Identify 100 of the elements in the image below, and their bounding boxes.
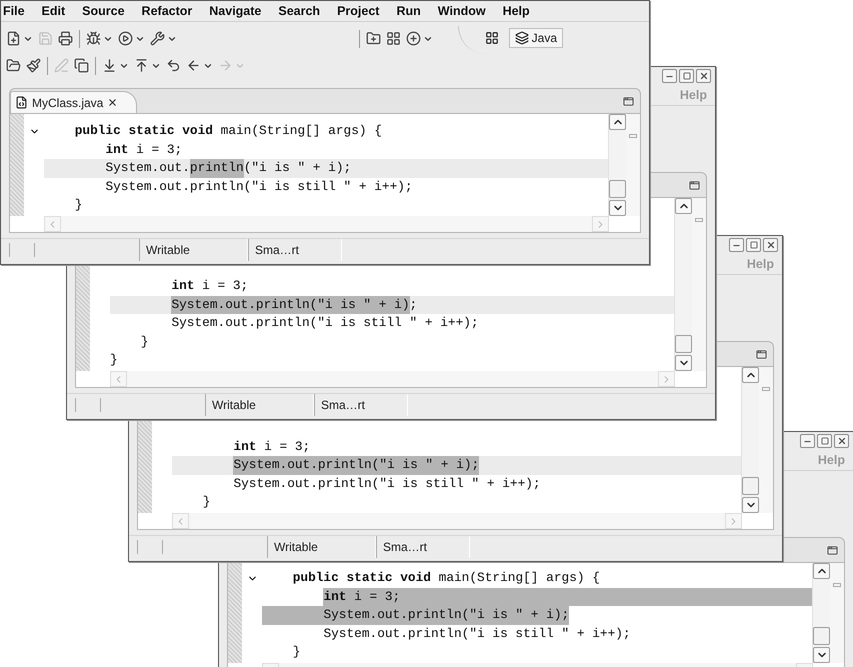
wrench-icon [150, 31, 165, 46]
close-button[interactable] [763, 238, 778, 252]
scroll-up-button[interactable] [813, 563, 830, 579]
maximize-button[interactable] [746, 238, 761, 252]
scroll-up-button[interactable] [609, 114, 626, 130]
minimize-button[interactable] [662, 69, 677, 83]
code-line: int i = 3; [232, 438, 312, 456]
copy-button[interactable] [73, 57, 90, 74]
close-button[interactable] [834, 434, 849, 448]
menu-item[interactable]: Edit [42, 4, 66, 18]
scroll-down-button[interactable] [813, 647, 830, 663]
grid-button[interactable] [385, 30, 402, 47]
menu-item[interactable]: Project [337, 4, 380, 18]
restore-icon[interactable] [756, 348, 767, 360]
status-text: Sma…rt [248, 239, 342, 261]
menu-item[interactable]: Navigate [209, 4, 262, 18]
close-icon [836, 436, 846, 446]
status-text: Writable [267, 536, 376, 558]
menu-item[interactable]: Help [502, 4, 530, 18]
down-arrow-icon [102, 58, 117, 73]
grid-icon [484, 31, 499, 45]
right-arrow-icon [218, 58, 233, 73]
status-text: Sma…rt [314, 394, 408, 416]
printer-button[interactable] [57, 30, 74, 47]
overview-mark [762, 387, 770, 391]
overview-mark [695, 218, 703, 222]
brush-icon [26, 58, 41, 73]
file-icon [15, 96, 28, 109]
menu-item[interactable]: Refactor [142, 4, 192, 18]
menu-item[interactable]: File [3, 4, 25, 18]
code-line: System.out.println("i is still " + i++); [104, 178, 414, 196]
layers-icon [514, 31, 529, 45]
perspective-button[interactable]: Java [508, 28, 563, 48]
restore-icon[interactable] [827, 544, 838, 556]
vertical-scrollbar[interactable] [812, 563, 830, 663]
scroll-up-button[interactable] [742, 367, 759, 383]
code-line: System.out.println("i is still " + i++); [232, 474, 542, 493]
code-line: } [74, 196, 84, 214]
brush-button[interactable] [25, 57, 42, 74]
menu-item[interactable]: Source [82, 4, 125, 18]
maximize-button[interactable] [679, 69, 694, 83]
wrench-button[interactable] [149, 30, 178, 47]
scroll-down-button[interactable] [675, 355, 692, 371]
restore-icon[interactable] [689, 180, 700, 190]
save-icon [38, 31, 53, 46]
pen-icon [54, 58, 69, 73]
folder-icon [6, 58, 21, 73]
status-text: Sma…rt [376, 536, 470, 558]
menu-item[interactable]: Window [438, 4, 486, 18]
vertical-scrollbar[interactable] [741, 367, 759, 513]
menu-item[interactable]: Search [278, 4, 320, 18]
minimize-button[interactable] [729, 238, 744, 252]
maximize-button[interactable] [817, 434, 832, 448]
folder-plus-icon [366, 31, 381, 46]
undo-arrow-button[interactable] [165, 57, 182, 74]
scroll-thumb[interactable] [609, 180, 626, 198]
minimize-button[interactable] [800, 434, 815, 448]
code-line: System.out.println("i is " + i); [262, 606, 812, 625]
scroll-down-button[interactable] [609, 200, 626, 216]
editor-tab[interactable]: MyClass.java [10, 91, 138, 113]
up-arrow-icon [134, 58, 149, 73]
scroll-down-button[interactable] [742, 497, 759, 513]
restore-icon[interactable] [623, 96, 634, 106]
code-line: System.out.println("i is still " + i++); [322, 624, 632, 643]
code-line: System.out.println("i is still " + i++); [170, 314, 480, 332]
folder-button[interactable] [5, 57, 22, 74]
plus-circle-button[interactable] [405, 30, 434, 47]
vertical-scrollbar[interactable] [674, 198, 692, 371]
close-button[interactable] [696, 69, 711, 83]
status-text: Writable [205, 394, 314, 416]
code-line: } [110, 351, 119, 370]
scroll-thumb[interactable] [813, 627, 830, 645]
grid-icon [386, 31, 401, 46]
code-line: public static void main(String[] args) { [74, 122, 383, 140]
code-line: int i = 3; [104, 140, 184, 159]
printer-icon [58, 31, 73, 46]
status-text: Writable [139, 239, 248, 261]
close-icon [698, 71, 708, 81]
overview-mark [833, 583, 841, 587]
scroll-thumb[interactable] [742, 477, 759, 495]
maximize-icon [820, 437, 828, 445]
plus-circle-icon [406, 31, 421, 46]
folder-plus-button[interactable] [365, 30, 382, 47]
overview-mark [629, 134, 637, 138]
copy-icon [74, 58, 89, 73]
code-line: } [292, 643, 302, 662]
bug-icon [86, 31, 101, 46]
play-icon [118, 31, 133, 46]
new-file-button[interactable] [5, 30, 34, 47]
menu-item[interactable]: Run [396, 4, 421, 18]
close-icon [107, 97, 118, 108]
play-button[interactable] [117, 30, 146, 47]
new-file-icon [6, 31, 21, 46]
code-line: public static void main(String[] args) { [292, 569, 601, 588]
vertical-scrollbar[interactable] [608, 114, 626, 216]
scroll-up-button[interactable] [675, 198, 692, 214]
close-icon [766, 240, 776, 250]
scroll-thumb[interactable] [675, 335, 692, 353]
bug-button[interactable] [85, 30, 114, 47]
code-line: } [140, 332, 150, 351]
